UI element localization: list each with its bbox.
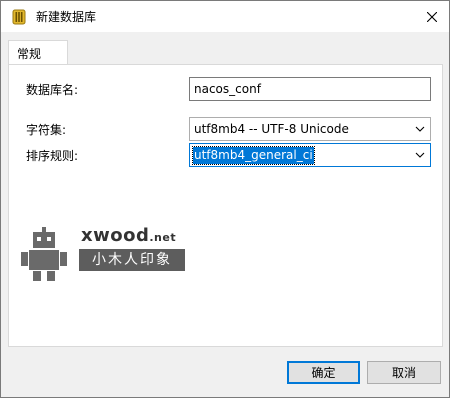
logo-site-name: xwood xyxy=(81,225,150,246)
tab-label: 常规 xyxy=(17,47,42,61)
general-panel: 数据库名: 字符集: utf8mb4 -- UTF-8 Unicode 排序规则… xyxy=(8,64,443,347)
logo-site-suffix: .net xyxy=(149,231,177,244)
charset-value: utf8mb4 -- UTF-8 Unicode xyxy=(194,122,349,136)
database-icon xyxy=(12,9,26,25)
chevron-down-icon xyxy=(415,126,425,132)
tab-general[interactable]: 常规 xyxy=(8,40,68,65)
tab-strip: 常规 xyxy=(8,40,444,66)
window-title: 新建数据库 xyxy=(36,10,97,24)
new-database-dialog: 新建数据库 常规 数据库名: 字符集: utf8mb4 -- UTF-8 Uni… xyxy=(0,0,450,398)
collation-value: utf8mb4_general_ci xyxy=(192,146,315,165)
watermark-logo: xwood.net 小木人印象 xyxy=(19,225,189,283)
db-name-input[interactable] xyxy=(189,77,431,101)
charset-select[interactable]: utf8mb4 -- UTF-8 Unicode xyxy=(189,117,431,141)
collation-label: 排序规则: xyxy=(26,149,79,163)
robot-icon xyxy=(21,227,67,281)
collation-select[interactable]: utf8mb4_general_ci xyxy=(189,143,431,167)
cancel-button[interactable]: 取消 xyxy=(367,361,441,384)
close-icon xyxy=(427,12,437,22)
close-button[interactable] xyxy=(421,6,443,28)
title-bar[interactable]: 新建数据库 xyxy=(1,1,449,32)
db-name-label: 数据库名: xyxy=(26,83,79,97)
ok-button[interactable]: 确定 xyxy=(287,361,360,384)
logo-name: 小木人印象 xyxy=(79,249,185,271)
charset-label: 字符集: xyxy=(26,123,67,137)
chevron-down-icon xyxy=(415,152,425,158)
logo-site: xwood.net xyxy=(81,225,176,246)
